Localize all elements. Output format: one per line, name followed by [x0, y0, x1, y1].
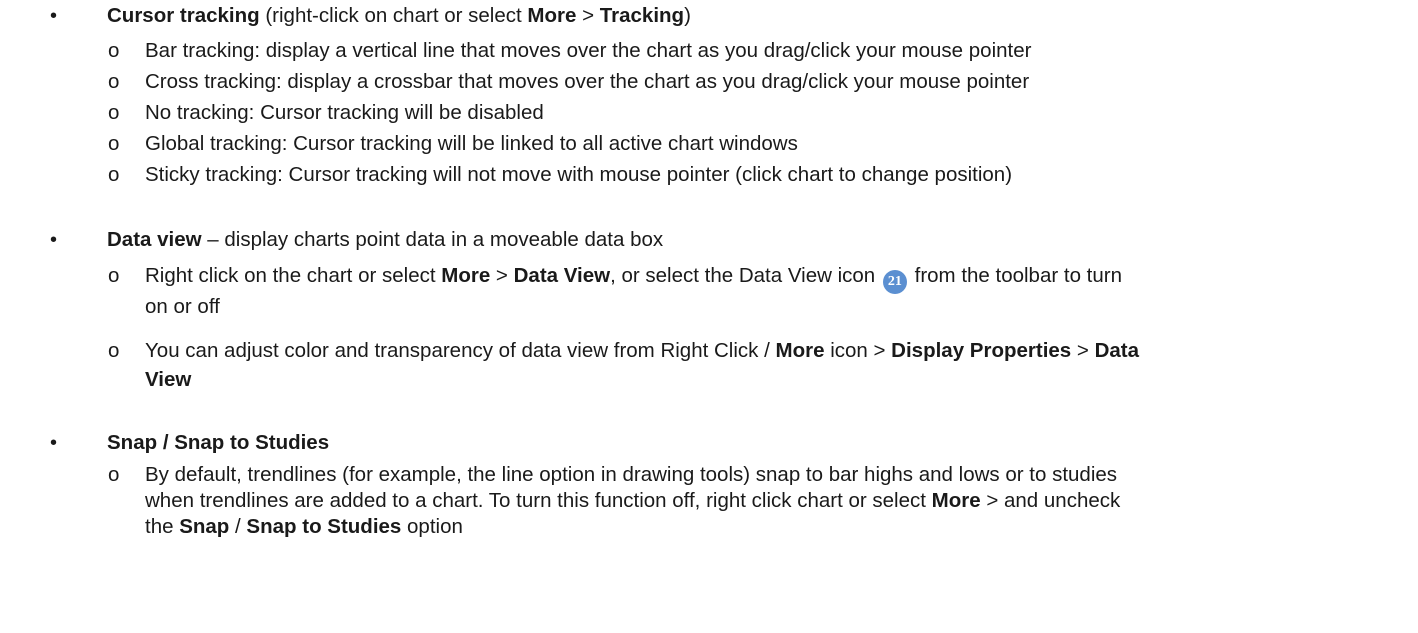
list-item-text: By default, trendlines (for example, the…	[145, 463, 1118, 486]
list-item-text: the Snap / Snap to Studies option	[145, 513, 463, 541]
more-label: More	[441, 264, 491, 287]
text-run: , or select the Data View icon	[610, 264, 881, 287]
sub-bullet-icon: o	[108, 132, 120, 155]
list-item-text: Global tracking: Cursor tracking will be…	[145, 132, 798, 155]
text-run: from the toolbar to turn	[908, 264, 1122, 287]
tracking-label: Tracking	[599, 4, 685, 27]
text-run: the	[145, 515, 180, 538]
list-item-text: on or off	[145, 295, 220, 318]
snap-to-studies-label: Snap to Studies	[246, 515, 402, 538]
list-item-text: View	[145, 366, 191, 394]
sub-bullet-icon: o	[108, 463, 120, 486]
data-label: Data	[1094, 339, 1139, 362]
separator: >	[1071, 339, 1095, 362]
list-item-text: when trendlines are added to a chart. To…	[145, 487, 1120, 515]
separator: >	[490, 264, 514, 287]
data-view-badge-icon: 21	[882, 270, 907, 294]
data-view-label: Data View	[513, 264, 611, 287]
list-item-text: Bar tracking: display a vertical line th…	[145, 39, 1032, 62]
bullet-icon: •	[50, 229, 58, 251]
more-label: More	[527, 4, 577, 27]
text-run: Right click on the chart or select	[145, 264, 442, 287]
sub-bullet-icon: o	[108, 339, 120, 362]
text-run: You can adjust color and transparency of…	[145, 339, 776, 362]
more-label: More	[931, 489, 981, 512]
text-run: when trendlines are added to a chart. To…	[145, 489, 932, 512]
bullet-icon: •	[50, 432, 58, 454]
list-item-text: Sticky tracking: Cursor tracking will no…	[145, 163, 1013, 186]
sub-bullet-icon: o	[108, 39, 120, 62]
separator: /	[229, 515, 247, 538]
heading-text: – display charts point data in a moveabl…	[201, 228, 664, 251]
heading-text: (right-click on chart or select	[259, 4, 528, 27]
heading-title: Cursor tracking	[107, 4, 260, 27]
more-label: More	[775, 339, 825, 362]
text-run: option	[401, 515, 463, 538]
sub-bullet-icon: o	[108, 163, 120, 186]
heading-text: )	[684, 4, 691, 27]
text-run: icon >	[824, 339, 892, 362]
separator: >	[576, 4, 600, 27]
section-heading: Cursor tracking (right-click on chart or…	[107, 2, 691, 30]
list-item-text: Cross tracking: display a crossbar that …	[145, 70, 1030, 93]
sub-bullet-icon: o	[108, 101, 120, 124]
sub-bullet-icon: o	[108, 264, 120, 287]
list-item-text: No tracking: Cursor tracking will be dis…	[145, 101, 544, 124]
list-item-text: Right click on the chart or select More …	[145, 262, 1122, 294]
bullet-icon: •	[50, 5, 58, 27]
sub-bullet-icon: o	[108, 70, 120, 93]
display-properties-label: Display Properties	[891, 339, 1072, 362]
heading-title: Data view	[107, 228, 202, 251]
list-item-text: You can adjust color and transparency of…	[145, 337, 1139, 365]
text-run: > and uncheck	[980, 489, 1121, 512]
snap-label: Snap	[179, 515, 230, 538]
heading-title: Snap / Snap to Studies	[107, 431, 330, 454]
view-label: View	[145, 368, 192, 391]
section-heading: Snap / Snap to Studies	[107, 429, 329, 457]
section-heading: Data view – display charts point data in…	[107, 226, 663, 254]
